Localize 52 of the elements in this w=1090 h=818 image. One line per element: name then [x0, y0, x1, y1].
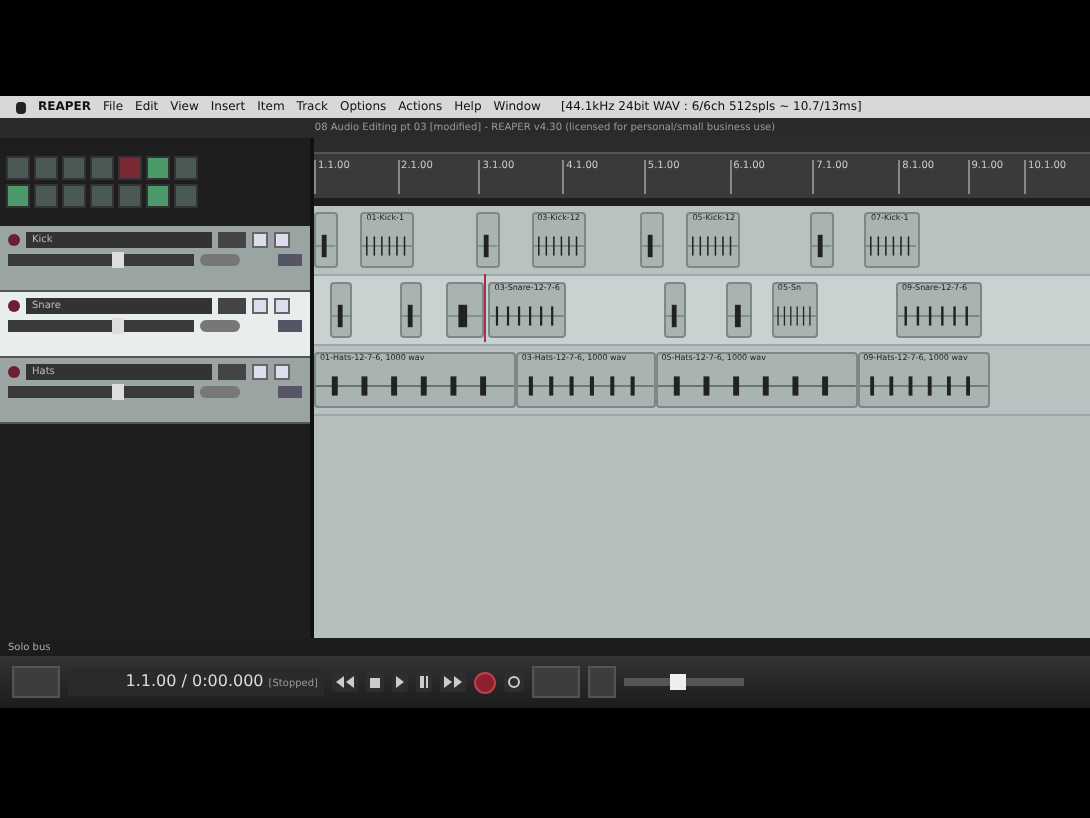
toolbar-icon[interactable] — [146, 184, 170, 208]
mute-button[interactable] — [252, 298, 268, 314]
media-item[interactable] — [314, 212, 338, 268]
solo-button[interactable] — [274, 298, 290, 314]
volume-slider[interactable] — [8, 386, 194, 398]
waveform-drawing — [533, 230, 584, 262]
volume-slider[interactable] — [8, 320, 194, 332]
playrate-slider[interactable] — [624, 678, 744, 686]
record-arm-icon[interactable] — [8, 300, 20, 312]
toolbar-icon[interactable] — [146, 156, 170, 180]
record-arm-icon[interactable] — [8, 234, 20, 246]
repeat-button[interactable] — [504, 672, 524, 692]
waveform-drawing — [812, 230, 832, 262]
waveform-drawing — [859, 370, 988, 402]
media-item[interactable] — [476, 212, 501, 268]
waveform-drawing — [478, 230, 499, 262]
media-item[interactable] — [663, 282, 687, 338]
forward-button[interactable] — [440, 672, 466, 692]
media-item[interactable] — [329, 282, 353, 338]
waveform-drawing — [362, 230, 413, 262]
waveform-drawing — [490, 300, 565, 332]
waveform-drawing — [665, 300, 685, 332]
toolbar-icon[interactable] — [6, 184, 30, 208]
solo-button[interactable] — [274, 364, 290, 380]
media-item[interactable] — [725, 282, 753, 338]
waveform-drawing — [866, 230, 918, 262]
record-arm-icon[interactable] — [8, 366, 20, 378]
waveform-drawing — [688, 230, 739, 262]
waveform-drawing — [447, 300, 483, 332]
waveform-drawing — [517, 370, 654, 402]
rewind-button[interactable] — [332, 672, 358, 692]
volume-slider[interactable] — [8, 254, 194, 266]
waveform-drawing — [773, 300, 817, 332]
mute-button[interactable] — [252, 364, 268, 380]
record-button[interactable] — [474, 671, 496, 693]
waveform-drawing — [727, 300, 751, 332]
solo-button[interactable] — [274, 232, 290, 248]
waveform-drawing — [401, 300, 421, 332]
stop-button[interactable] — [366, 672, 384, 692]
media-item[interactable] — [399, 282, 423, 338]
mute-button[interactable] — [252, 232, 268, 248]
waveform-drawing — [641, 230, 662, 262]
pan-knob[interactable] — [200, 320, 240, 332]
media-item[interactable] — [810, 212, 834, 268]
edit-cursor — [484, 274, 487, 342]
waveform-drawing — [316, 230, 336, 262]
play-button[interactable] — [392, 672, 408, 692]
media-item[interactable] — [639, 212, 664, 268]
pause-button[interactable] — [416, 672, 432, 692]
waveform-drawing — [898, 300, 980, 332]
media-item[interactable] — [445, 282, 485, 338]
waveform-drawing — [331, 300, 351, 332]
